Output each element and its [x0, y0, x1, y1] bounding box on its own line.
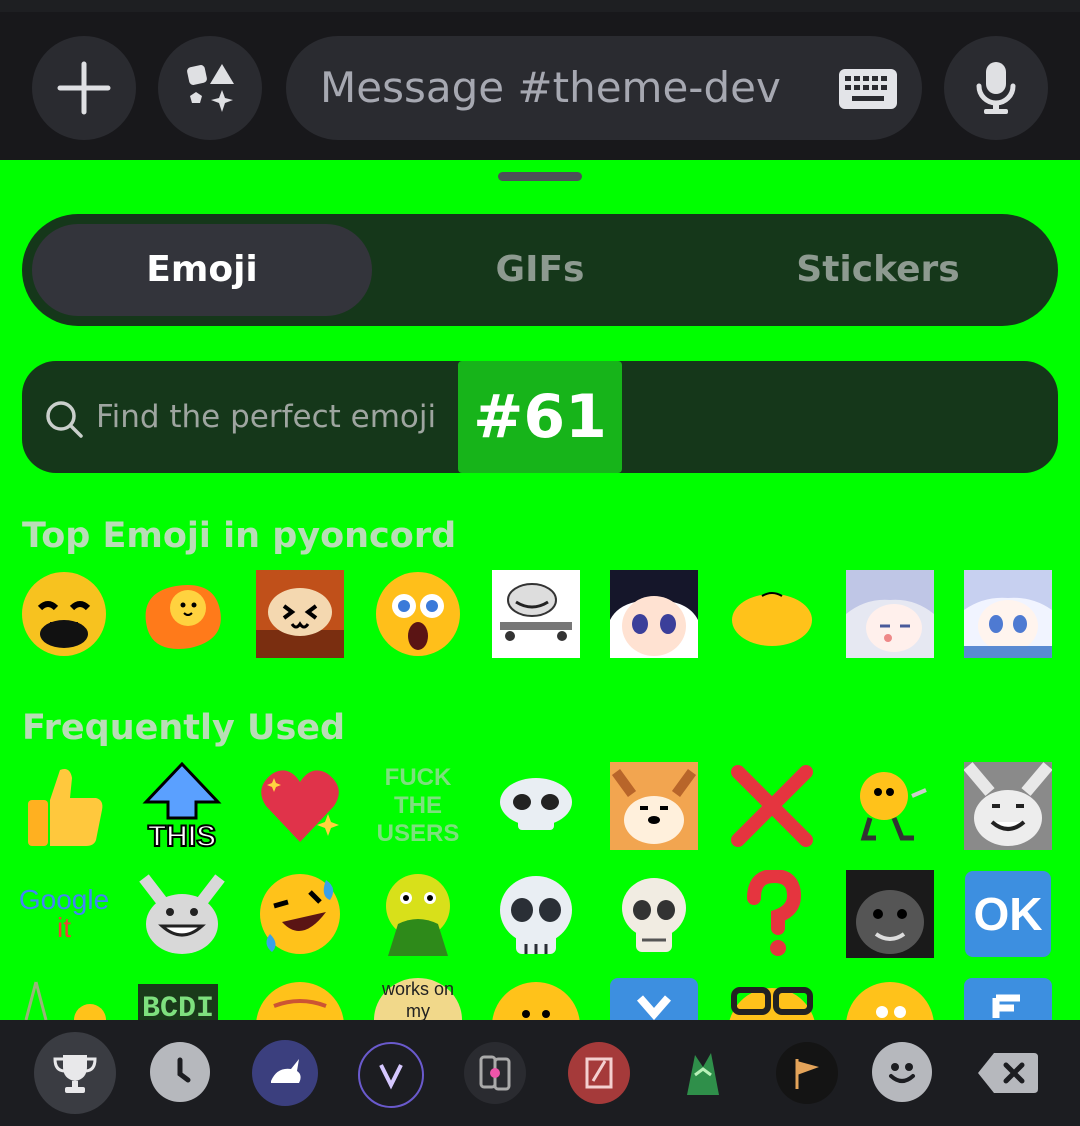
category-people[interactable]	[872, 1042, 932, 1102]
works-text: works on	[381, 979, 455, 999]
tab-stickers[interactable]: Stickers	[708, 224, 1048, 316]
server-red-icon	[585, 1057, 613, 1089]
emoji-thumbs-up[interactable]	[20, 762, 108, 850]
emoji-yellow-blob[interactable]	[728, 570, 816, 658]
it-text: it	[57, 912, 71, 943]
server-phones-icon	[479, 1055, 511, 1091]
clock-icon	[177, 1057, 191, 1083]
emoji-troll-cart[interactable]	[492, 570, 580, 658]
picker-tabs: Emoji GIFs Stickers	[22, 214, 1058, 326]
my-text: my	[406, 1001, 430, 1020]
emoji-category-bar	[0, 1020, 1080, 1126]
tab-gifs[interactable]: GIFs	[370, 224, 710, 316]
microphone-icon	[976, 62, 1016, 114]
trophy-icon	[53, 1055, 97, 1093]
ftu-line-2: THE	[394, 792, 442, 819]
emoji-row-partial: BCDI works on my	[0, 976, 1080, 1020]
category-server-flag[interactable]	[776, 1042, 838, 1104]
emoji-shiba-doge[interactable]	[610, 762, 698, 850]
section-title-top-emoji: Top Emoji in pyoncord	[22, 516, 457, 556]
emoji-red-cross[interactable]	[728, 762, 816, 850]
backspace-button[interactable]	[974, 1040, 1040, 1106]
emoji-orange-blob[interactable]	[138, 570, 226, 658]
google-text: Google	[18, 884, 110, 915]
category-recent[interactable]	[150, 1042, 210, 1102]
svg-text:BCDI: BCDI	[142, 992, 214, 1020]
tab-emoji[interactable]: Emoji	[32, 224, 372, 316]
emoji-skull-flat[interactable]	[492, 762, 580, 850]
add-attachment-button[interactable]	[32, 36, 136, 140]
smiley-icon	[889, 1063, 915, 1083]
top-edge	[0, 0, 1080, 12]
emoji-explosion-cat[interactable]	[256, 570, 344, 658]
keyboard-toggle[interactable]	[838, 68, 898, 114]
emoji-running-ball[interactable]	[846, 762, 934, 850]
server-v-icon	[379, 1064, 403, 1090]
emoji-screaming-face[interactable]	[374, 570, 462, 658]
backspace-icon	[978, 1053, 1038, 1093]
category-server-v[interactable]	[358, 1042, 424, 1108]
emoji-grinning-cat[interactable]	[138, 870, 226, 958]
category-server-green[interactable]	[672, 1042, 734, 1104]
keyboard-icon	[839, 69, 897, 109]
emoji-seal-photo[interactable]	[846, 870, 934, 958]
emoji-anime-girl-2[interactable]	[846, 570, 934, 658]
emoji-google-it[interactable]: Google it	[18, 870, 110, 958]
server-flag-icon	[795, 1059, 819, 1089]
search-icon	[46, 401, 83, 438]
emoji-ftu-text[interactable]: FUCK THE USERS	[374, 762, 462, 850]
ftu-line-1: FUCK	[384, 764, 452, 791]
category-top-emoji[interactable]	[34, 1032, 116, 1114]
emoji-bearded-face[interactable]	[20, 570, 108, 658]
emoji-rolling-laughing[interactable]	[256, 870, 344, 958]
this-text: THIS	[148, 820, 216, 850]
shapes-icon	[187, 64, 234, 112]
emoji-smiling-cat[interactable]	[964, 762, 1052, 850]
works-on-my-machine[interactable]: works on my	[374, 978, 462, 1020]
emoji-ok-button[interactable]: OK	[964, 870, 1052, 958]
message-composer: Message #theme-dev	[0, 0, 1080, 160]
server-rabbit-icon	[271, 1059, 301, 1083]
message-input[interactable]: Message #theme-dev	[286, 36, 922, 140]
ok-text: OK	[965, 871, 1051, 957]
emoji-this-arrow[interactable]: THIS	[138, 762, 226, 850]
category-server-phones[interactable]	[464, 1042, 526, 1104]
emoji-sparkling-heart[interactable]	[256, 762, 344, 850]
emoji-red-question[interactable]	[728, 870, 816, 958]
overlay-badge: #61	[458, 361, 622, 473]
emoji-vomiting-face[interactable]	[374, 870, 462, 958]
drag-handle[interactable]	[498, 172, 582, 181]
voice-message-button[interactable]	[944, 36, 1048, 140]
server-green-icon	[687, 1053, 719, 1095]
emoji-anime-girl-1[interactable]	[610, 570, 698, 658]
emoji-anime-girl-3[interactable]	[964, 570, 1052, 658]
emoji-skull[interactable]	[492, 870, 580, 958]
category-server-red[interactable]	[568, 1042, 630, 1104]
message-placeholder: Message #theme-dev	[320, 63, 781, 112]
ftu-line-3: USERS	[376, 820, 460, 847]
search-placeholder: Find the perfect emoji	[96, 399, 437, 435]
section-title-frequently-used: Frequently Used	[22, 708, 346, 748]
category-server-rabbit[interactable]	[252, 1040, 318, 1106]
emoji-skull-realistic[interactable]	[610, 870, 698, 958]
apps-button[interactable]	[158, 36, 262, 140]
plus-icon	[57, 61, 111, 115]
